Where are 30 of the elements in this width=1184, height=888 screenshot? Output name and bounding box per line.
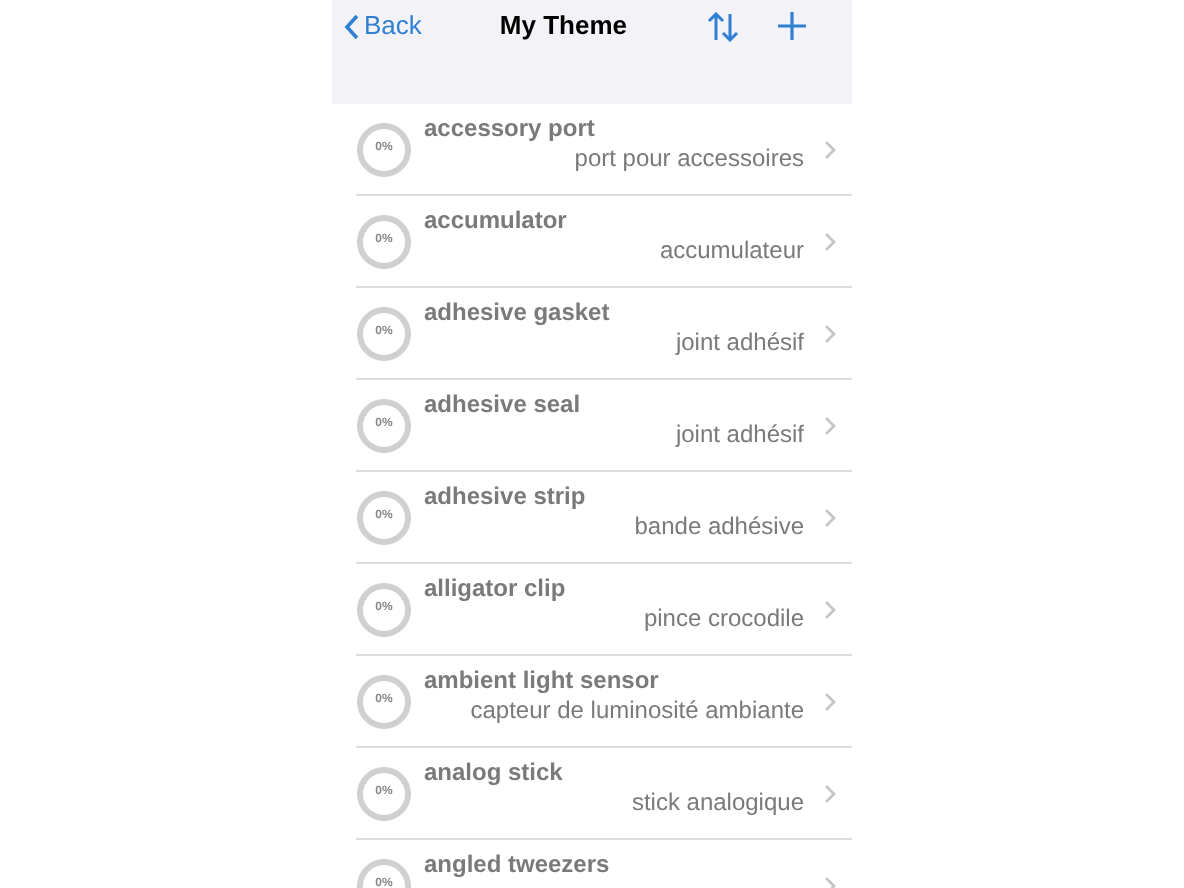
sort-icon[interactable] (706, 12, 741, 42)
chevron-right-icon (824, 507, 836, 527)
term-label: angled tweezers (424, 849, 612, 879)
chevron-right-icon (824, 599, 836, 619)
translation-label: capteur de luminosité ambiante (468, 695, 804, 725)
translation-label: bande adhésive (632, 511, 804, 541)
back-button[interactable]: Back (344, 8, 422, 44)
term-label: ambient light sensor (424, 665, 661, 695)
translation-label: pince crocodile (641, 603, 804, 633)
term-label: adhesive gasket (424, 297, 612, 327)
term-label: accumulator (424, 205, 569, 235)
translation-label: joint adhésif (673, 327, 804, 357)
term-label: adhesive seal (424, 389, 583, 419)
translation-label: accumulateur (657, 235, 804, 265)
translation-label: port pour accessoires (572, 143, 804, 173)
chevron-right-icon (824, 783, 836, 803)
chevron-right-icon (824, 323, 836, 343)
chevron-left-icon (344, 13, 360, 39)
chevron-right-icon (824, 139, 836, 159)
screen-title: My Theme (499, 8, 627, 44)
term-label: analog stick (424, 757, 565, 787)
chevron-right-icon (824, 231, 836, 251)
translation-label: joint adhésif (673, 419, 804, 449)
chevron-right-icon (824, 415, 836, 435)
term-label: accessory port (424, 113, 597, 143)
term-label: alligator clip (424, 573, 568, 603)
translation-label: stick analogique (629, 787, 804, 817)
add-icon[interactable] (778, 12, 807, 40)
chevron-right-icon (824, 691, 836, 711)
term-label: adhesive strip (424, 481, 588, 511)
